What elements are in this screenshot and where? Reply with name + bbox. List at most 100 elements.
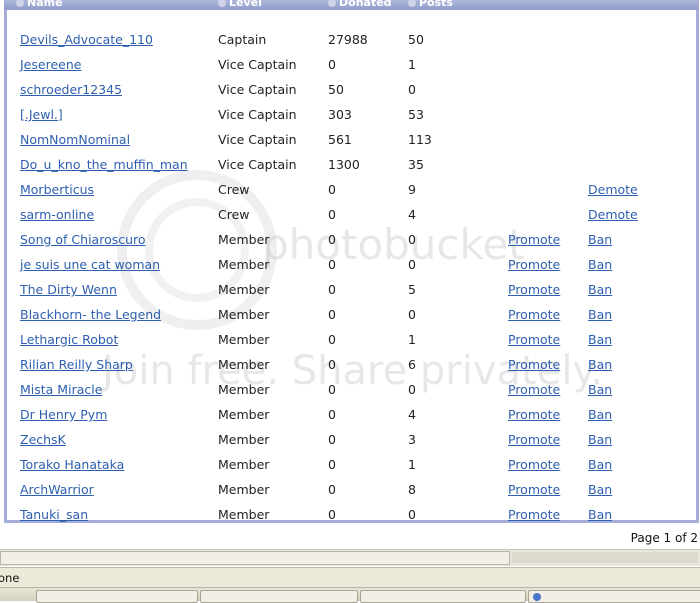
sort-icon (16, 0, 24, 7)
member-donated: 0 (328, 332, 336, 347)
table-row: je suis une cat woman Member 0 0 Promote Ban (7, 252, 696, 277)
ban-link[interactable]: Ban (588, 258, 612, 272)
member-name-link[interactable]: Song of Chiaroscuro (20, 233, 146, 247)
promote-link[interactable]: Promote (508, 358, 560, 372)
member-donated: 0 (328, 432, 336, 447)
member-name-link[interactable]: ZechsK (20, 433, 66, 447)
member-donated: 303 (328, 107, 352, 122)
member-posts: 53 (408, 107, 424, 122)
member-name-link[interactable]: Rilian Reilly Sharp (20, 358, 133, 372)
member-name-link[interactable]: [.Jewl.] (20, 108, 63, 122)
ban-link[interactable]: Ban (588, 358, 612, 372)
promote-link[interactable]: Promote (508, 283, 560, 297)
table-row: ZechsK Member 0 3 Promote Ban (7, 427, 696, 452)
table-row: Lethargic Robot Member 0 1 Promote Ban (7, 327, 696, 352)
member-donated: 0 (328, 307, 336, 322)
member-name-link[interactable]: je suis une cat woman (20, 258, 160, 272)
member-name-link[interactable]: Devils_Advocate_110 (20, 33, 153, 47)
member-name-link[interactable]: The Dirty Wenn (20, 283, 117, 297)
taskbar-button[interactable] (528, 590, 700, 603)
member-name-link[interactable]: ArchWarrior (20, 483, 94, 497)
member-name-link[interactable]: Tanuki_san (20, 508, 88, 522)
member-name-link[interactable]: sarm-online (20, 208, 94, 222)
member-name-link[interactable]: Torako Hanataka (20, 458, 124, 472)
member-name-link[interactable]: Mista Miracle (20, 383, 102, 397)
sort-icon (328, 0, 336, 7)
table-row: schroeder12345 Vice Captain 50 0 (7, 77, 696, 102)
taskbar-button[interactable] (36, 590, 198, 603)
promote-link[interactable]: Promote (508, 408, 560, 422)
column-header: Name Level Donated Posts (4, 0, 699, 10)
member-posts: 113 (408, 132, 432, 147)
horizontal-scrollbar[interactable] (0, 549, 700, 566)
promote-link[interactable]: Promote (508, 333, 560, 347)
taskbar (0, 587, 700, 603)
promote-link[interactable]: Promote (508, 233, 560, 247)
member-posts: 4 (408, 407, 416, 422)
column-posts-header[interactable]: Posts (408, 0, 453, 9)
sort-icon (218, 0, 226, 7)
member-name-link[interactable]: Jesereene (20, 58, 81, 72)
scrollbar-thumb[interactable] (0, 551, 510, 565)
member-name-link[interactable]: Lethargic Robot (20, 333, 118, 347)
member-posts: 8 (408, 482, 416, 497)
ban-link[interactable]: Ban (588, 483, 612, 497)
member-name-link[interactable]: Morberticus (20, 183, 94, 197)
member-name-link[interactable]: schroeder12345 (20, 83, 122, 97)
member-level: Member (218, 507, 270, 522)
column-name-header[interactable]: Name (16, 0, 63, 9)
member-level: Vice Captain (218, 82, 297, 97)
column-level-header[interactable]: Level (218, 0, 262, 9)
demote-link[interactable]: Demote (588, 183, 638, 197)
member-donated: 0 (328, 482, 336, 497)
member-posts: 1 (408, 332, 416, 347)
ban-link[interactable]: Ban (588, 333, 612, 347)
ban-link[interactable]: Ban (588, 508, 612, 522)
member-name-link[interactable]: Blackhorn- the Legend (20, 308, 161, 322)
member-posts: 9 (408, 182, 416, 197)
promote-link[interactable]: Promote (508, 458, 560, 472)
promote-link[interactable]: Promote (508, 508, 560, 522)
member-donated: 0 (328, 357, 336, 372)
column-donated-header[interactable]: Donated (328, 0, 392, 9)
member-level: Crew (218, 182, 250, 197)
member-posts: 4 (408, 207, 416, 222)
member-posts: 5 (408, 282, 416, 297)
promote-link[interactable]: Promote (508, 383, 560, 397)
ban-link[interactable]: Ban (588, 308, 612, 322)
member-donated: 0 (328, 507, 336, 522)
ban-link[interactable]: Ban (588, 283, 612, 297)
ban-link[interactable]: Ban (588, 458, 612, 472)
promote-link[interactable]: Promote (508, 308, 560, 322)
member-level: Captain (218, 32, 267, 47)
members-table: photobucket Join free. Share privately. … (4, 10, 699, 523)
sort-icon (408, 0, 416, 7)
scrollbar-track[interactable] (512, 552, 698, 563)
member-posts: 0 (408, 307, 416, 322)
member-name-link[interactable]: Do_u_kno_the_muffin_man (20, 158, 188, 172)
member-level: Member (218, 432, 270, 447)
ban-link[interactable]: Ban (588, 433, 612, 447)
member-level: Vice Captain (218, 157, 297, 172)
ban-link[interactable]: Ban (588, 383, 612, 397)
member-name-link[interactable]: Dr Henry Pym (20, 408, 107, 422)
promote-link[interactable]: Promote (508, 433, 560, 447)
demote-link[interactable]: Demote (588, 208, 638, 222)
table-row: Song of Chiaroscuro Member 0 0 Promote Ban (7, 227, 696, 252)
table-row: NomNomNominal Vice Captain 561 113 (7, 127, 696, 152)
table-row: Dr Henry Pym Member 0 4 Promote Ban (7, 402, 696, 427)
member-posts: 35 (408, 157, 424, 172)
member-level: Member (218, 407, 270, 422)
ban-link[interactable]: Ban (588, 408, 612, 422)
taskbar-button[interactable] (200, 590, 358, 603)
ban-link[interactable]: Ban (588, 233, 612, 247)
table-row: Tanuki_san Member 0 0 Promote Ban (7, 502, 696, 527)
member-posts: 0 (408, 82, 416, 97)
promote-link[interactable]: Promote (508, 483, 560, 497)
taskbar-button[interactable] (360, 590, 526, 603)
member-donated: 0 (328, 457, 336, 472)
member-name-link[interactable]: NomNomNominal (20, 133, 130, 147)
member-posts: 1 (408, 57, 416, 72)
member-donated: 0 (328, 57, 336, 72)
promote-link[interactable]: Promote (508, 258, 560, 272)
